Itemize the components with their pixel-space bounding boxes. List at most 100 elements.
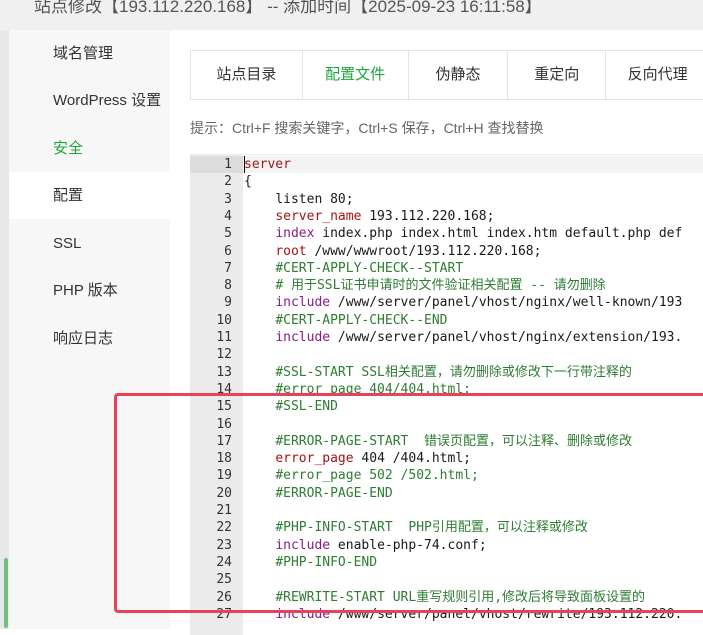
- line-number: 10: [216, 312, 232, 328]
- tab-pseudo-static[interactable]: 伪静态: [408, 51, 509, 99]
- code-line[interactable]: 13 #SSL-START SSL相关配置，请勿删除或修改下一行带注释的: [190, 364, 703, 381]
- sidebar-item-wordpress[interactable]: WordPress 设置: [9, 77, 170, 124]
- code-line[interactable]: 8 # 用于SSL证书申请时的文件验证相关配置 -- 请勿删除: [190, 277, 703, 294]
- code-token: #SSL-START SSL相关配置，请勿删除或修改下一行带注释的: [275, 364, 632, 380]
- code-line[interactable]: 18 error_page 404 /404.html;: [190, 450, 703, 467]
- line-number: 12: [216, 347, 232, 363]
- tab-label: 反向代理: [627, 66, 688, 83]
- tab-bar: 站点目录 配置文件 伪静态 重定向 反向代理: [190, 50, 703, 100]
- sidebar-edge: [0, 30, 9, 629]
- code-text: #CERT-APPLY-CHECK--START: [244, 260, 463, 277]
- code-line[interactable]: 20 #ERROR-PAGE-END: [190, 485, 703, 502]
- code-text: include /www/server/panel/vhost/nginx/ex…: [244, 329, 682, 346]
- code-line[interactable]: 15 #SSL-END: [190, 398, 703, 415]
- code-line[interactable]: 21: [190, 502, 703, 519]
- tab-site-directory[interactable]: 站点目录: [191, 51, 303, 99]
- code-line[interactable]: 27 include /www/server/panel/vhost/rewri…: [190, 606, 703, 623]
- code-token: /www/server/panel/vhost/nginx/extension/…: [330, 330, 683, 345]
- code-line[interactable]: 23 include enable-php-74.conf;: [190, 537, 703, 554]
- line-number: 27: [216, 606, 232, 622]
- code-line[interactable]: 6 root /www/wwwroot/193.112.220.168;: [190, 243, 703, 260]
- tab-reverse-proxy[interactable]: 反向代理: [606, 51, 703, 99]
- code-line[interactable]: 25: [190, 571, 703, 588]
- code-line[interactable]: 9 include /www/server/panel/vhost/nginx/…: [190, 294, 703, 311]
- code-token: #SSL-END: [275, 399, 338, 415]
- sidebar-item-php-version[interactable]: PHP 版本: [9, 267, 170, 314]
- window-title: 站点修改【193.112.220.168】 -- 添加时间【2025-09-23…: [34, 0, 542, 16]
- code-line[interactable]: 4 server_name 193.112.220.168;: [190, 208, 703, 225]
- code-text: #CERT-APPLY-CHECK--END: [244, 312, 447, 329]
- code-line[interactable]: 3 listen 80;: [190, 191, 703, 208]
- tab-label: 伪静态: [435, 66, 481, 83]
- code-token: listen 80;: [275, 191, 354, 207]
- code-line[interactable]: 10 #CERT-APPLY-CHECK--END: [190, 312, 703, 329]
- tab-redirect[interactable]: 重定向: [508, 51, 607, 99]
- line-number: 15: [216, 399, 232, 415]
- line-number: 24: [216, 554, 232, 570]
- line-number: 21: [216, 503, 232, 518]
- code-line[interactable]: 22 #PHP-INFO-START PHP引用配置，可以注释或修改: [190, 519, 703, 536]
- code-line[interactable]: 19 #error_page 502 /502.html;: [190, 467, 703, 484]
- line-number: 5: [224, 226, 232, 242]
- code-text: #SSL-START SSL相关配置，请勿删除或修改下一行带注释的: [244, 364, 632, 381]
- code-text: #ERROR-PAGE-START 错误页配置，可以注释、删除或修改: [244, 433, 632, 450]
- line-number: 4: [224, 208, 232, 224]
- code-token: index: [275, 226, 315, 242]
- tab-label: 站点目录: [216, 66, 277, 83]
- sidebar-item-label: 配置: [53, 187, 84, 204]
- sidebar-item-response-log[interactable]: 响应日志: [9, 315, 170, 362]
- code-token: enable-php-74.conf;: [330, 537, 487, 553]
- sidebar-item-label: 域名管理: [53, 45, 114, 62]
- sidebar-item-label: SSL: [53, 235, 82, 252]
- sidebar-item-config[interactable]: 配置: [9, 172, 170, 219]
- code-token: include: [275, 295, 331, 311]
- line-number: 13: [216, 364, 232, 380]
- line-number: 11: [216, 330, 232, 345]
- sidebar-item-label: PHP 版本: [53, 282, 118, 299]
- code-token: 404 /404.html;: [353, 451, 471, 467]
- code-line[interactable]: 1 server: [190, 156, 703, 174]
- code-line[interactable]: 16: [190, 416, 703, 433]
- code-token: #error_page 502 /502.html;: [275, 468, 479, 484]
- code-line[interactable]: 26 #REWRITE-START URL重写规则引用,修改后将导致面板设置的: [190, 589, 703, 606]
- code-line[interactable]: 7 #CERT-APPLY-CHECK--START: [190, 260, 703, 277]
- code-token: #CERT-APPLY-CHECK--START: [275, 260, 464, 276]
- code-text: include /www/server/panel/vhost/rewrite/…: [244, 606, 682, 623]
- sidebar-item-ssl[interactable]: SSL: [9, 220, 170, 267]
- code-token: #PHP-INFO-END: [275, 554, 378, 570]
- code-text: index index.php index.html index.htm def…: [244, 225, 682, 242]
- code-line[interactable]: 17 #ERROR-PAGE-START 错误页配置，可以注释、删除或修改: [190, 433, 703, 450]
- code-line[interactable]: 14 #error_page 404/404.html;: [190, 381, 703, 398]
- code-line[interactable]: 5 index index.php index.html index.htm d…: [190, 225, 703, 242]
- code-token: server_name: [275, 208, 362, 224]
- code-token: # 用于SSL证书申请时的文件验证相关配置 -- 请勿删除: [275, 278, 606, 294]
- code-text: #error_page 404/404.html;: [244, 381, 471, 398]
- code-line[interactable]: 11 include /www/server/panel/vhost/nginx…: [190, 329, 703, 346]
- tab-config-file[interactable]: 配置文件: [302, 51, 409, 99]
- text-cursor: [244, 156, 245, 173]
- line-number: 26: [216, 589, 232, 605]
- code-token: include: [275, 537, 331, 553]
- sidebar-item-domain[interactable]: 域名管理: [9, 30, 170, 77]
- code-line[interactable]: 24 #PHP-INFO-END: [190, 554, 703, 571]
- code-line[interactable]: 12: [190, 346, 703, 363]
- code-token: error_page: [275, 451, 354, 467]
- code-token: #ERROR-PAGE-START 错误页配置，可以注释、删除或修改: [275, 433, 633, 449]
- line-number: 18: [216, 451, 232, 467]
- line-number: 9: [224, 295, 232, 311]
- line-number: 23: [216, 537, 232, 553]
- sidebar-item-label: 安全: [53, 140, 84, 157]
- code-token: /www/server/panel/vhost/nginx/well-known…: [330, 295, 683, 311]
- sidebar-item-security[interactable]: 安全: [9, 125, 170, 172]
- code-text: {: [244, 173, 252, 190]
- line-number: 8: [224, 278, 232, 294]
- sidebar-edge-marker: [4, 558, 8, 628]
- code-editor[interactable]: 1 server 2{3 listen 80; 4 server_name 193.1…: [190, 154, 703, 635]
- line-number: 3: [224, 191, 232, 207]
- line-number: 25: [216, 572, 232, 588]
- line-number: 16: [216, 416, 232, 432]
- code-line[interactable]: 2{: [190, 173, 703, 190]
- code-text: #PHP-INFO-END: [244, 554, 377, 571]
- sidebar-item-label: WordPress 设置: [53, 92, 162, 109]
- line-number: 20: [216, 485, 232, 501]
